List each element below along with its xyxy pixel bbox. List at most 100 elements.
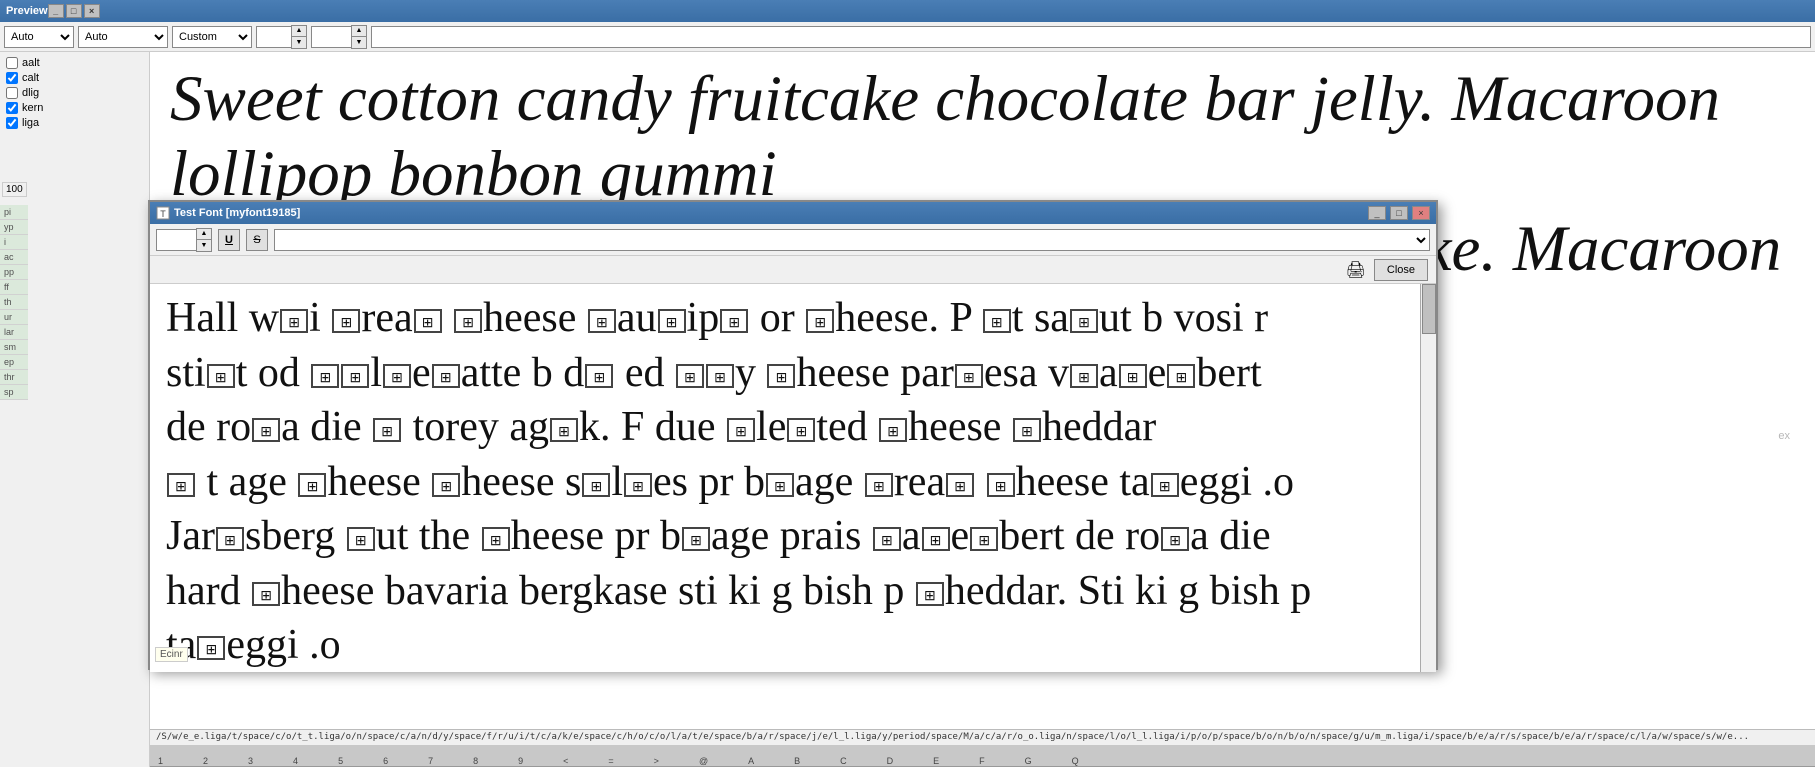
test-font-minimize[interactable]: _ — [1368, 206, 1386, 220]
feature-aalt: aalt — [4, 56, 145, 70]
sidebar-label-ur: ur — [0, 310, 28, 325]
ruler-mark-5: 5 — [338, 756, 343, 766]
label-calt: calt — [22, 72, 39, 84]
ruler-mark-at: @ — [699, 756, 708, 766]
test-font-actions: 🖨 Close — [150, 256, 1436, 284]
underline-button[interactable]: U — [218, 229, 240, 251]
scrollbar-thumb[interactable] — [1422, 284, 1436, 334]
checkbox-kern[interactable] — [6, 102, 18, 114]
sidebar-labels-bg: pi yp i ac pp ff th ur lar sm ep thr sp — [0, 205, 28, 400]
ruler-mark-c: C — [840, 756, 847, 766]
preview-text-input[interactable]: Sweet cotton candy fruitcake chocolate b… — [371, 26, 1811, 48]
checkbox-aalt[interactable] — [6, 57, 18, 69]
feature-kern: kern — [4, 101, 145, 115]
test-font-titlebar: T Test Font [myfont19185] _ □ × — [150, 202, 1436, 224]
sidebar-label-th: th — [0, 295, 28, 310]
sidebar-label-ac: ac — [0, 250, 28, 265]
ruler-mark-a: A — [748, 756, 754, 766]
tf-font-select[interactable] — [274, 229, 1430, 251]
spinner-down-2[interactable]: ▼ — [352, 37, 366, 48]
test-line-1: Hall w⊞i ⊞rea⊞ ⊞heese ⊞au⊞ip⊞ or ⊞heese.… — [166, 292, 1420, 345]
strikethrough-button[interactable]: S — [246, 229, 268, 251]
test-font-content[interactable]: Hall w⊞i ⊞rea⊞ ⊞heese ⊞au⊞ip⊞ or ⊞heese.… — [150, 284, 1436, 672]
spinner-1: 1 ▲ ▼ — [256, 25, 307, 49]
spinner-btns-2: ▲ ▼ — [351, 25, 367, 49]
label-aalt: aalt — [22, 57, 40, 69]
top-num: 100 — [2, 182, 27, 197]
spinner-2: 50 ▲ ▼ — [311, 25, 367, 49]
tf-spinner-btns: ▲ ▼ — [196, 228, 212, 252]
spinner-input-2[interactable]: 50 — [311, 26, 351, 48]
test-font-maximize[interactable]: □ — [1390, 206, 1408, 220]
sidebar-label-sp: sp — [0, 385, 28, 400]
test-line-6: hard ⊞heese bavaria bergkase sti ki g bi… — [166, 565, 1420, 618]
test-font-title-text: Test Font [myfont19185] — [174, 207, 1368, 219]
tf-spinner-group: 50 ▲ ▼ — [156, 228, 212, 252]
sidebar-label-yp: yp — [0, 220, 28, 235]
checkbox-liga[interactable] — [6, 117, 18, 129]
ruler-mark-b: B — [794, 756, 800, 766]
feature-list: aalt calt dlig kern liga — [4, 56, 145, 130]
label-dlig: dlig — [22, 87, 39, 99]
test-font-titlebar-controls: _ □ × — [1368, 206, 1430, 220]
close-button[interactable]: × — [84, 4, 100, 18]
sidebar-label-lar: lar — [0, 325, 28, 340]
auto-select-2[interactable]: Auto — [78, 26, 168, 48]
sidebar-label-ff: ff — [0, 280, 28, 295]
tf-spinner-down[interactable]: ▼ — [197, 240, 211, 251]
spinner-up-2[interactable]: ▲ — [352, 26, 366, 37]
svg-text:T: T — [160, 209, 166, 219]
ruler-mark-4: 4 — [293, 756, 298, 766]
spinner-up-1[interactable]: ▲ — [292, 26, 306, 37]
ruler-mark-e: E — [933, 756, 939, 766]
label-kern: kern — [22, 102, 43, 114]
spinner-down-1[interactable]: ▼ — [292, 37, 306, 48]
checkbox-dlig[interactable] — [6, 87, 18, 99]
bg-right-label: ex — [1778, 430, 1790, 442]
ruler-mark-7: 7 — [428, 756, 433, 766]
test-font-title-icon: T — [156, 206, 170, 220]
preview-text-line1: Sweet cotton candy fruitcake chocolate b… — [170, 62, 1795, 212]
sidebar-label-i: i — [0, 235, 28, 250]
ruler-mark-9: 9 — [518, 756, 523, 766]
ruler-mark-1: 1 — [158, 756, 163, 766]
ruler-mark-f: F — [979, 756, 985, 766]
preview-titlebar: Preview _ □ × — [0, 0, 1815, 22]
auto-select-1[interactable]: Auto — [4, 26, 74, 48]
preview-toolbar: Auto Auto Custom 1 ▲ ▼ 50 ▲ ▼ Sweet cott… — [0, 22, 1815, 52]
tf-spinner-up[interactable]: ▲ — [197, 229, 211, 240]
ruler-mark-lt: < — [563, 756, 568, 766]
path-display: /S/w/e_e.liga/t/space/c/o/t_t.liga/o/n/s… — [150, 729, 1815, 745]
test-font-close[interactable]: × — [1412, 206, 1430, 220]
label-liga: liga — [22, 117, 39, 129]
test-line-5: Jar⊞sberg ⊞ut the ⊞heese pr b⊞age prais … — [166, 510, 1420, 563]
maximize-button[interactable]: □ — [66, 4, 82, 18]
ruler-mark-g: G — [1025, 756, 1032, 766]
sidebar-label-sm: sm — [0, 340, 28, 355]
checkbox-calt[interactable] — [6, 72, 18, 84]
spinner-btns-1: ▲ ▼ — [291, 25, 307, 49]
sidebar-label-ep: ep — [0, 355, 28, 370]
test-line-7: ta⊞eggi .o — [166, 619, 1420, 672]
titlebar-controls: _ □ × — [48, 4, 100, 18]
sidebar-label-thr: thr — [0, 370, 28, 385]
minimize-button[interactable]: _ — [48, 4, 64, 18]
feature-dlig: dlig — [4, 86, 145, 100]
tf-font-size-input[interactable]: 50 — [156, 229, 196, 251]
custom-select[interactable]: Custom — [172, 26, 252, 48]
ruler-mark-gt: > — [654, 756, 659, 766]
print-icon[interactable]: 🖨 — [1346, 260, 1366, 280]
spinner-input-1[interactable]: 1 — [256, 26, 291, 48]
test-line-4: ⊞ t age ⊞heese ⊞heese s⊞l⊞es pr b⊞age ⊞r… — [166, 456, 1420, 509]
scrollbar[interactable] — [1420, 284, 1436, 672]
ruler-mark-2: 2 — [203, 756, 208, 766]
test-line-2: sti⊞t od ⊞⊞l⊞e⊞atte b d⊞ ed ⊞⊞y ⊞heese p… — [166, 347, 1420, 400]
ruler-mark-d: D — [887, 756, 894, 766]
sidebar-label-pi: pi — [0, 205, 28, 220]
ruler: 1 2 3 4 5 6 7 8 9 < = > @ A B C D — [150, 745, 1815, 767]
test-line-3: de ro⊞a die ⊞ torey ag⊞k. F due ⊞le⊞ted … — [166, 401, 1420, 454]
ruler-mark-6: 6 — [383, 756, 388, 766]
feature-calt: calt — [4, 71, 145, 85]
preview-title: Preview — [6, 5, 48, 17]
close-button[interactable]: Close — [1374, 259, 1428, 281]
